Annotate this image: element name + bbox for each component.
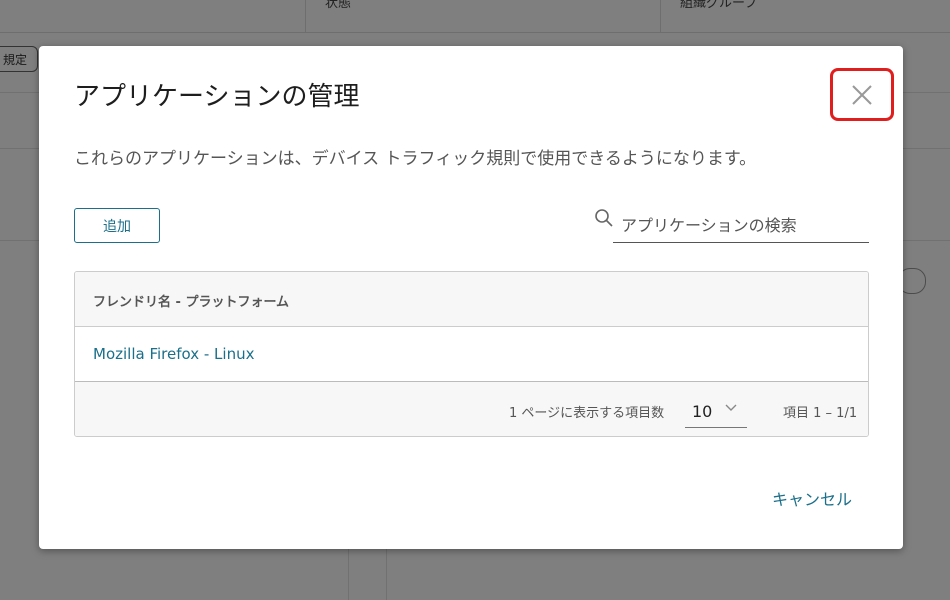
modal-title: アプリケーションの管理 <box>74 82 360 112</box>
search-input[interactable] <box>613 209 869 243</box>
table-row: Mozilla Firefox - Linux <box>75 327 868 382</box>
per-page-value: 10 <box>692 402 713 421</box>
chevron-down-icon <box>725 404 737 411</box>
per-page-label: 1 ページに表示する項目数 <box>509 406 665 421</box>
modal-description: これらのアプリケーションは、デバイス トラフィック規則で使用できるようになります… <box>74 149 757 169</box>
cancel-button[interactable]: キャンセル <box>772 486 852 510</box>
close-icon <box>852 84 872 105</box>
close-button[interactable] <box>830 68 894 121</box>
grid-footer: 1 ページに表示する項目数 10 項目 1 – 1/1 <box>75 382 868 436</box>
grid-header: フレンドリ名 - プラットフォーム <box>75 272 868 327</box>
per-page-select[interactable]: 10 <box>685 396 747 428</box>
application-link[interactable]: Mozilla Firefox - Linux <box>93 345 254 363</box>
applications-datagrid: フレンドリ名 - プラットフォーム Mozilla Firefox - Linu… <box>74 271 869 437</box>
search-icon <box>595 209 613 227</box>
add-button[interactable]: 追加 <box>74 208 160 243</box>
column-header-friendly-name[interactable]: フレンドリ名 - プラットフォーム <box>93 291 289 310</box>
pagination-range: 項目 1 – 1/1 <box>783 406 858 421</box>
manage-applications-modal: アプリケーションの管理 これらのアプリケーションは、デバイス トラフィック規則で… <box>39 46 903 549</box>
